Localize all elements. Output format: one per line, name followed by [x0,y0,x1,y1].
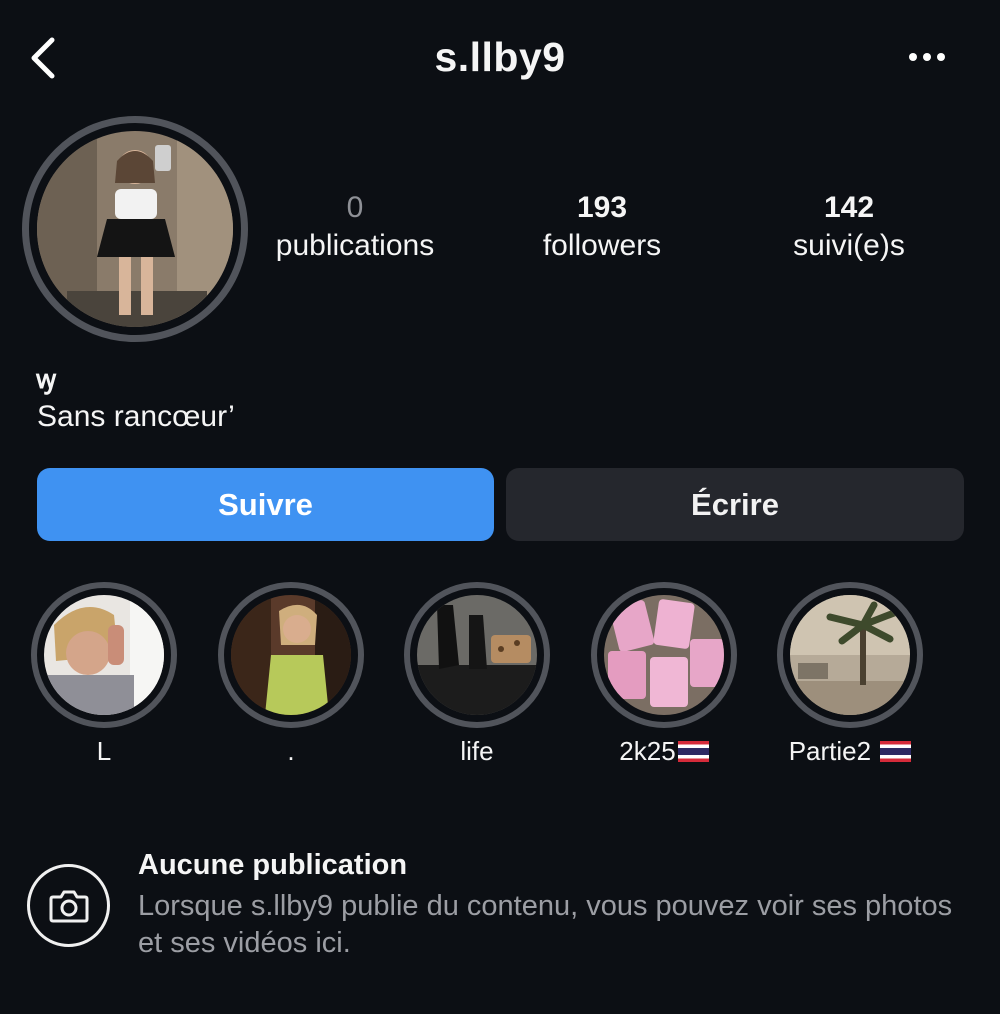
empty-state-title: Aucune publication [138,849,408,881]
followers-label: followers [542,229,662,262]
highlight-item[interactable]: Partie2 [777,582,923,766]
highlight-label: Partie2 [737,736,963,767]
profile-username-title: s.llby9 [434,34,566,80]
highlight-cover [218,582,364,728]
empty-state-camera [27,864,110,947]
top-bar: s.llby9 [0,0,1000,118]
highlight-cover [404,582,550,728]
stat-publications: 0 publications [245,190,465,266]
profile-avatar[interactable] [22,116,248,342]
following-label: suivi(e)s [793,229,905,262]
empty-state-text: Lorsque s.llby9 publie du contenu, vous … [138,890,953,959]
highlight-cover [777,582,923,728]
thailand-flag-icon [880,741,912,762]
followers-count: 193 [576,191,628,224]
message-button[interactable]: Écrire [506,468,964,541]
avatar-image [37,131,233,327]
highlight-label-text: Partie2 [788,736,879,766]
more-horizontal-icon [909,53,945,61]
highlight-label-text: 2k25 [619,736,676,766]
highlight-item[interactable]: 2k25 [591,582,737,766]
camera-icon [49,890,88,922]
profile-bio: Sans rancœur’ [37,400,235,433]
more-options-button[interactable] [902,40,952,74]
highlight-cover [31,582,177,728]
publications-label: publications [275,229,435,262]
highlight-cover [591,582,737,728]
stat-followers[interactable]: 193 followers [492,190,712,266]
publications-count: 0 [346,191,364,224]
highlight-item[interactable]: . [218,582,364,766]
highlight-item[interactable]: L [31,582,177,766]
follow-button[interactable]: Suivre [37,468,494,541]
thailand-flag-icon [677,741,709,762]
stat-following[interactable]: 142 suivi(e)s [739,190,959,266]
highlight-item[interactable]: life [404,582,550,766]
following-count: 142 [823,191,875,224]
profile-display-name: ꝡ [36,364,57,394]
